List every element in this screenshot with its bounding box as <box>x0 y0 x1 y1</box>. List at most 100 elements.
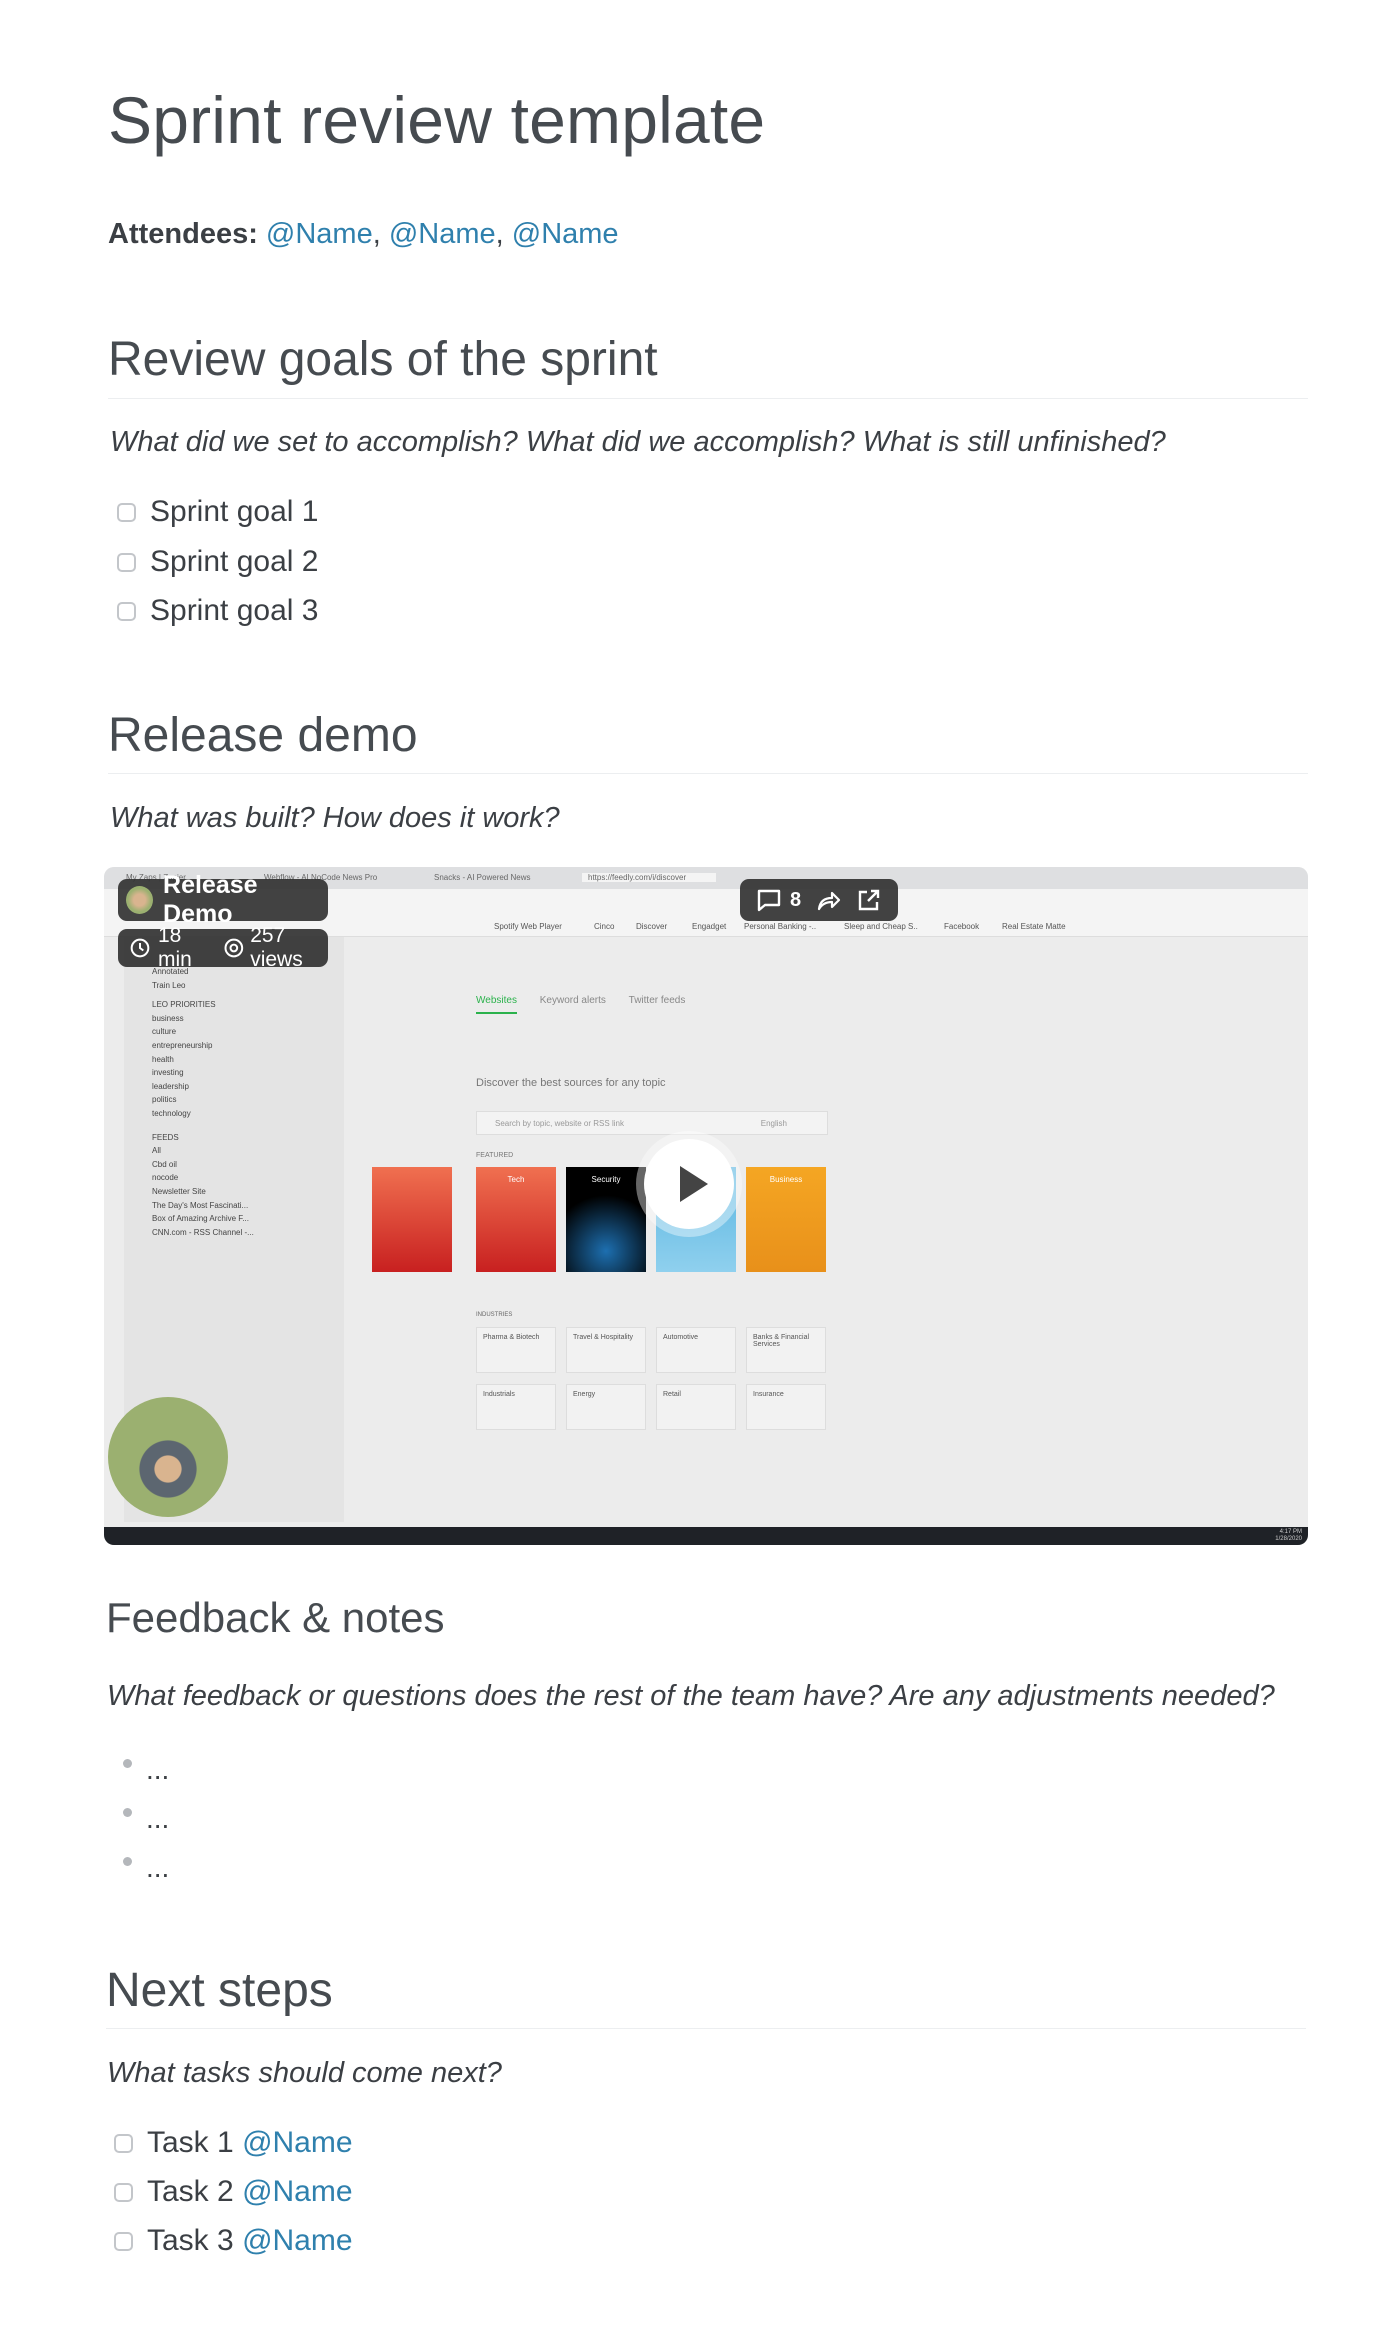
bookmark: Facebook <box>944 922 980 931</box>
play-button[interactable] <box>644 1139 734 1229</box>
bookmark: Personal Banking -.. <box>744 922 817 931</box>
section-heading-goals: Review goals of the sprint <box>108 333 658 386</box>
browser-tab: Snacks - AI Powered News <box>434 873 531 882</box>
avatar <box>126 886 154 914</box>
bullet-text: ... <box>146 1754 170 1785</box>
attendees-label: Attendees: <box>108 218 258 250</box>
tab: Keyword alerts <box>539 995 606 1006</box>
sidebar-entry: business <box>152 1013 184 1023</box>
sidebar-entry: Newsletter Site <box>152 1187 206 1196</box>
sidebar-entry: investing <box>152 1068 184 1078</box>
industry-card: Insurance <box>746 1384 826 1430</box>
checkbox[interactable] <box>114 2133 133 2153</box>
task-label: Task 2 <box>147 2175 234 2208</box>
mention[interactable]: @Name <box>242 2175 352 2208</box>
checklist-item: Sprint goal 3 <box>117 594 318 628</box>
video-title: Release Demo <box>163 871 258 928</box>
comment-icon[interactable] <box>756 888 782 912</box>
item-label: Sprint goal 3 <box>150 594 319 627</box>
sidebar-entry: FEEDS <box>152 1132 179 1142</box>
taskbar-clock: 4:17 PM <box>1279 1529 1302 1535</box>
bullet <box>123 1857 132 1866</box>
checklist-item: Sprint goal 1 <box>117 495 318 529</box>
sidebar-entry: culture <box>152 1027 177 1037</box>
demo-prompt: What was built? How does it work? <box>110 802 560 834</box>
item-label: Sprint goal 1 <box>150 495 319 528</box>
industries-label: INDUSTRIES <box>476 1312 513 1318</box>
video-actions-overlay: 8 <box>740 879 898 921</box>
bookmark: Discover <box>636 922 668 931</box>
bookmark: Engadget <box>692 922 727 931</box>
browser-tab: https://feedly.com/i/discover <box>582 873 717 882</box>
presenter-webcam <box>108 1397 228 1517</box>
section-heading-feedback: Feedback & notes <box>106 1594 445 1641</box>
industry-card: Industrials <box>476 1384 556 1430</box>
mention[interactable]: @Name <box>512 218 619 250</box>
page-title: Sprint review template <box>108 83 766 157</box>
sidebar-entry: Cbd oil <box>152 1159 177 1169</box>
share-icon[interactable] <box>815 888 841 912</box>
checklist-item: Sprint goal 2 <box>117 545 318 579</box>
sidebar-entry: LEO PRIORITIES <box>152 1000 216 1010</box>
feedly-search: Search by topic, website or RSS link Engl… <box>476 1111 828 1135</box>
comment-count[interactable]: 8 <box>790 889 801 912</box>
checkbox[interactable] <box>114 2231 133 2251</box>
mention[interactable]: @Name <box>389 218 496 250</box>
industry-card: Pharma & Biotech <box>476 1327 556 1373</box>
sidebar-entry: The Day's Most Fascinati... <box>152 1200 249 1210</box>
featured-card: Security <box>566 1167 646 1272</box>
task-item: Task 2 @Name <box>114 2175 353 2209</box>
sidebar-entry: entrepreneurship <box>152 1041 213 1050</box>
industry-card: Banks & Financial Services <box>746 1327 826 1373</box>
industry-card: Automotive <box>656 1327 736 1373</box>
task-label: Task 1 <box>147 2126 234 2159</box>
checkbox[interactable] <box>117 601 136 621</box>
bullet-text: ... <box>146 1803 170 1834</box>
goals-prompt: What did we set to accomplish? What did … <box>110 426 1166 458</box>
industry-card: Travel & Hospitality <box>566 1327 646 1373</box>
sidebar-entry: politics <box>152 1095 177 1105</box>
bullet-text: ... <box>146 1852 170 1883</box>
bullet <box>123 1808 132 1817</box>
video-embed[interactable]: My Zaps | Zapier Webflow - AI NoCode New… <box>104 867 1308 1545</box>
checkbox[interactable] <box>114 2182 133 2202</box>
featured-card: Business <box>746 1167 826 1272</box>
bookmark: Cinco <box>594 922 615 931</box>
bullet <box>123 1759 132 1768</box>
video-stats-overlay: 18 min 257 views <box>118 924 328 971</box>
bookmark: Spotify Web Player <box>494 922 562 931</box>
task-item: Task 1 @Name <box>114 2126 353 2160</box>
sidebar-entry: All <box>152 1146 161 1156</box>
windows-taskbar: 4:17 PM 1/28/2020 <box>104 1527 1308 1545</box>
mention[interactable]: @Name <box>242 2126 352 2159</box>
section-heading-demo: Release demo <box>108 709 418 762</box>
sidebar-entry: technology <box>152 1109 191 1118</box>
discover-tabs: Websites Keyword alerts Twitter feeds <box>476 995 686 1014</box>
mention[interactable]: @Name <box>266 218 373 250</box>
bookmark: Real Estate Matte <box>1002 922 1066 931</box>
section-heading-next: Next steps <box>106 1964 333 2017</box>
sidebar-entry: Train Leo <box>152 980 186 990</box>
divider <box>108 398 1308 399</box>
item-label: Sprint goal 2 <box>150 545 319 578</box>
bookmark: Sleep and Cheap S.. <box>844 922 918 931</box>
divider <box>108 773 1308 774</box>
sidebar-entry: leadership <box>152 1081 189 1091</box>
discover-heading: Discover the best sources for any topic <box>476 1077 666 1089</box>
task-item: Task 3 @Name <box>114 2224 353 2258</box>
featured-label: FEATURED <box>476 1152 514 1159</box>
eye-icon <box>224 938 243 958</box>
video-title-overlay: Release Demo <box>118 871 328 928</box>
next-prompt: What tasks should come next? <box>107 2057 502 2089</box>
featured-card: Tech <box>476 1167 556 1272</box>
mention[interactable]: @Name <box>242 2224 352 2257</box>
video-duration: 18 min <box>158 924 192 971</box>
divider <box>106 2028 1306 2029</box>
tab: Twitter feeds <box>628 995 686 1006</box>
taskbar-date: 1/28/2020 <box>1275 1536 1302 1542</box>
checkbox[interactable] <box>117 552 136 572</box>
checkbox[interactable] <box>117 502 136 522</box>
external-link-icon[interactable] <box>857 888 881 912</box>
industry-card: Energy <box>566 1384 646 1430</box>
feedback-prompt: What feedback or questions does the rest… <box>107 1680 1275 1712</box>
